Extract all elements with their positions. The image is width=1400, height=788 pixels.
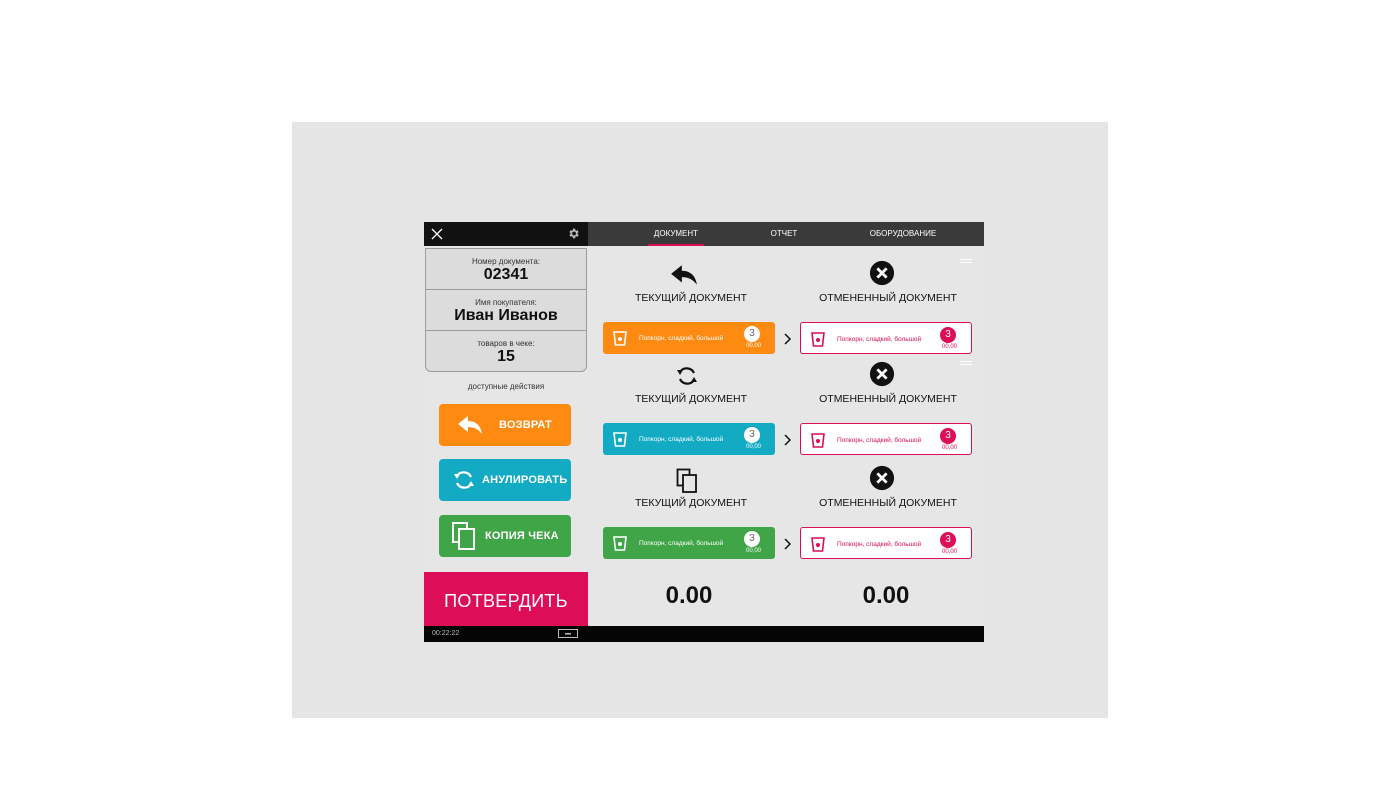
item-quantity: 3 (940, 327, 956, 343)
item-price: 00,00 (941, 445, 957, 451)
cancelled-item[interactable]: Попкорн, сладкий, большой 3 00,00 (800, 322, 972, 354)
doc-number-row: Номер документа: 02341 (426, 249, 586, 289)
current-document-label: ТЕКУЩИЙ ДОКУМЕНТ (634, 292, 748, 304)
scroll-indicator (960, 361, 972, 365)
cancel-x-icon (869, 465, 895, 491)
cancelled-document-label: ОТМЕНЕННЫЙ ДОКУМЕНТ (819, 497, 957, 509)
cup-icon (811, 433, 825, 448)
status-bar: 00:22:22 (424, 626, 984, 642)
doc-number-value: 02341 (483, 266, 529, 283)
annul-label: АНУЛИРОВАТЬ (482, 474, 568, 486)
cup-icon (613, 536, 627, 551)
current-item[interactable]: Попкорн, сладкий, большой 3 00,00 (603, 322, 775, 354)
cancelled-document-label: ОТМЕНЕННЫЙ ДОКУМЕНТ (819, 393, 957, 405)
cancel-x-icon (869, 361, 895, 387)
customer-label: Имя покупателя: (475, 298, 537, 307)
current-total: 0.00 (665, 582, 713, 609)
tab-bar: ДОКУМЕНТ ОТЧЕТ ОБОРУДОВАНИЕ (588, 222, 984, 246)
return-icon (671, 265, 697, 285)
item-name: Попкорн, сладкий, большой (639, 540, 724, 547)
cup-icon (613, 432, 627, 447)
item-name: Попкорн, сладкий, большой (639, 436, 724, 443)
close-icon[interactable] (430, 227, 444, 241)
refresh-icon (677, 367, 697, 385)
refresh-icon (454, 471, 474, 489)
doc-number-label: Номер документа: (471, 257, 541, 266)
item-price: 00,00 (941, 344, 957, 350)
customer-row: Имя покупателя: Иван Иванов (426, 290, 586, 330)
item-price: 00,00 (745, 343, 761, 349)
cup-icon (811, 332, 825, 347)
clock: 00:22:22 (432, 630, 460, 637)
return-button[interactable]: ВОЗВРАТ (439, 404, 571, 446)
confirm-button[interactable]: ПОТВЕРДИТЬ (424, 572, 588, 626)
cancel-x-icon (869, 260, 895, 286)
chevron-right-icon (784, 538, 792, 550)
item-price: 00,00 (941, 549, 957, 555)
item-quantity: 3 (744, 326, 760, 342)
items-count-label: товаров в чеке: (477, 339, 535, 348)
scroll-indicator (960, 259, 972, 263)
items-count-row: товаров в чеке: 15 (426, 331, 586, 371)
tab-report[interactable]: ОТЧЕТ (762, 222, 806, 246)
current-document-label: ТЕКУЩИЙ ДОКУМЕНТ (634, 393, 748, 405)
chevron-right-icon (784, 434, 792, 446)
cancelled-total: 0.00 (862, 582, 910, 609)
item-name: Попкорн, сладкий, большой (837, 437, 922, 444)
return-label: ВОЗВРАТ (499, 419, 552, 431)
current-document-label: ТЕКУЩИЙ ДОКУМЕНТ (634, 497, 748, 509)
item-name: Попкорн, сладкий, большой (837, 336, 922, 343)
item-price: 00,00 (745, 548, 761, 554)
item-quantity: 3 (744, 531, 760, 547)
current-item[interactable]: Попкорн, сладкий, большой 3 00,00 (603, 423, 775, 455)
left-panel: Номер документа: 02341 Имя покупателя: И… (424, 222, 588, 642)
document-info-box: Номер документа: 02341 Имя покупателя: И… (425, 248, 587, 372)
gear-icon[interactable] (567, 227, 580, 240)
item-quantity: 3 (940, 428, 956, 444)
copy-receipt-button[interactable]: КОПИЯ ЧЕКА (439, 515, 571, 557)
confirm-label: ПОТВЕРДИТЬ (444, 591, 568, 611)
left-topbar (424, 222, 588, 246)
item-name: Попкорн, сладкий, большой (639, 335, 724, 342)
items-count-value: 15 (497, 348, 515, 365)
cup-icon (811, 537, 825, 552)
copy-icon (676, 468, 697, 493)
current-item[interactable]: Попкорн, сладкий, большой 3 00,00 (603, 527, 775, 559)
item-quantity: 3 (940, 532, 956, 548)
pos-window: Номер документа: 02341 Имя покупателя: И… (424, 222, 984, 642)
cancelled-document-label: ОТМЕНЕННЫЙ ДОКУМЕНТ (819, 292, 957, 304)
chevron-right-icon (784, 333, 792, 345)
return-icon (458, 416, 482, 434)
copy-receipt-label: КОПИЯ ЧЕКА (485, 530, 559, 542)
cancelled-item[interactable]: Попкорн, сладкий, большой 3 00,00 (800, 423, 972, 455)
available-actions-label: доступные действия (467, 382, 545, 391)
tab-document[interactable]: ДОКУМЕНТ (648, 222, 704, 246)
cup-icon (613, 331, 627, 346)
item-price: 00,00 (745, 444, 761, 450)
copy-icon (452, 522, 475, 550)
annul-button[interactable]: АНУЛИРОВАТЬ (439, 459, 571, 501)
keyboard-icon[interactable] (558, 629, 578, 638)
right-panel: ДОКУМЕНТ ОТЧЕТ ОБОРУДОВАНИЕ ТЕКУЩИЙ ДОКУ… (588, 222, 984, 626)
item-name: Попкорн, сладкий, большой (837, 541, 922, 548)
tab-equipment[interactable]: ОБОРУДОВАНИЕ (858, 222, 948, 246)
cancelled-item[interactable]: Попкорн, сладкий, большой 3 00,00 (800, 527, 972, 559)
customer-name: Иван Иванов (454, 307, 558, 324)
item-quantity: 3 (744, 427, 760, 443)
